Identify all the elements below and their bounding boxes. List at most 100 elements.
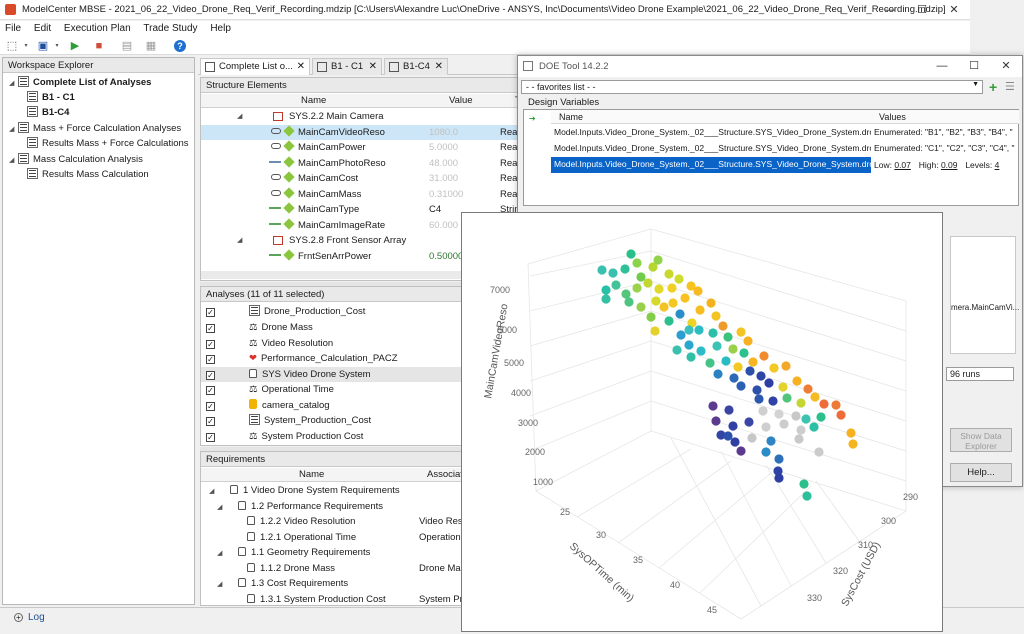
low-input[interactable]: 0.07 xyxy=(894,157,916,173)
analysis-item-drone-production-cost[interactable]: ✓ Drone_Production_Cost xyxy=(206,304,365,319)
dv-row-3-name[interactable]: Model.Inputs.Video_Drone_System._02___St… xyxy=(551,157,871,173)
scatter-point[interactable] xyxy=(814,447,824,457)
scatter-point[interactable] xyxy=(736,381,746,391)
scatter-point[interactable] xyxy=(739,348,749,358)
scatter-point[interactable] xyxy=(809,422,819,432)
favorites-select[interactable]: - - favorites list - - ▼ xyxy=(521,80,983,94)
scatter-point[interactable] xyxy=(632,283,642,293)
scatter-point[interactable] xyxy=(782,393,792,403)
scatter-point[interactable] xyxy=(708,401,718,411)
add-variable-icon[interactable]: ➔ xyxy=(529,114,536,123)
req-row-cost[interactable]: ◢ 1.3 Cost Requirements xyxy=(217,576,348,591)
collapse-icon[interactable]: ◢ xyxy=(237,109,242,125)
dv-row-1-values[interactable]: Enumerated: "B1", "B2", "B3", "B4", " xyxy=(874,125,1019,141)
req-row-operational-time[interactable]: 1.2.1 Operational Time xyxy=(247,530,356,545)
scatter-point[interactable] xyxy=(756,371,766,381)
scatter-point[interactable] xyxy=(848,439,858,449)
collapse-icon[interactable]: ◢ xyxy=(9,122,18,137)
scatter-point[interactable] xyxy=(836,410,846,420)
chevron-down-icon[interactable]: ▼ xyxy=(972,81,979,88)
table-icon[interactable]: ▦ xyxy=(144,40,158,52)
scatter-point[interactable] xyxy=(608,268,618,278)
scatter-point[interactable] xyxy=(718,321,728,331)
scatter-point[interactable] xyxy=(796,425,806,435)
tree-row-main-camera[interactable]: ◢ SYS.2.2 Main Camera xyxy=(201,109,521,125)
doe-maximize-icon[interactable]: ☐ xyxy=(958,56,990,77)
column-name[interactable]: Name xyxy=(301,94,326,108)
tree-item-b1-c4[interactable]: B1-C4 xyxy=(27,105,69,120)
scatter-point[interactable] xyxy=(684,325,694,335)
checkbox[interactable]: ✓ xyxy=(206,308,215,317)
collapse-icon[interactable]: ◢ xyxy=(9,153,18,168)
log-label[interactable]: Log xyxy=(28,612,45,623)
tree-item-results-mass[interactable]: Results Mass Calculation xyxy=(27,167,149,182)
tree-item-results-mass-force[interactable]: Results Mass + Force Calculations xyxy=(27,136,189,151)
scatter-point[interactable] xyxy=(796,398,806,408)
scatter-point[interactable] xyxy=(729,373,739,383)
scatter-point[interactable] xyxy=(723,431,733,441)
req-row-system-production-cost[interactable]: 1.3.1 System Production Cost xyxy=(247,592,386,607)
scatter-point[interactable] xyxy=(774,409,784,419)
checkbox[interactable]: ✓ xyxy=(206,417,215,426)
tree-item-b1-c1[interactable]: B1 - C1 xyxy=(27,90,75,105)
scatter-point[interactable] xyxy=(730,437,740,447)
save-dropdown-icon[interactable]: ▾ xyxy=(50,40,64,52)
scatter-point[interactable] xyxy=(747,433,757,443)
menu-edit[interactable]: Edit xyxy=(29,21,56,36)
scatter-point[interactable] xyxy=(764,378,774,388)
scatter-point[interactable] xyxy=(705,358,715,368)
scatter-point[interactable] xyxy=(819,399,829,409)
close-icon[interactable]: ✕ xyxy=(938,0,970,20)
scatter-point[interactable] xyxy=(712,341,722,351)
req-row-geometry[interactable]: ◢ 1.1 Geometry Requirements xyxy=(217,545,370,560)
column-value[interactable]: Value xyxy=(449,94,473,108)
tab-b1-c1[interactable]: B1 - C1 ✕ xyxy=(312,58,382,75)
scatter-point[interactable] xyxy=(664,269,674,279)
collapse-icon[interactable]: ◢ xyxy=(9,76,18,91)
scatter-point[interactable] xyxy=(664,316,674,326)
levels-input[interactable]: 4 xyxy=(995,157,1017,173)
scatter-point[interactable] xyxy=(781,361,791,371)
scatter-point[interactable] xyxy=(768,396,778,406)
scatter-point[interactable] xyxy=(754,394,764,404)
scatter-point[interactable] xyxy=(733,362,743,372)
scatter-point[interactable] xyxy=(696,346,706,356)
tree-row-maincampower[interactable]: MainCamPower 5.0000 Real xyxy=(201,140,521,156)
collapse-icon[interactable]: ◢ xyxy=(217,546,226,561)
scatter-point[interactable] xyxy=(675,309,685,319)
analysis-item-system-production-cost-script[interactable]: ✓ System_Production_Cost xyxy=(206,413,371,428)
scatter-point[interactable] xyxy=(752,385,762,395)
scatter-point[interactable] xyxy=(794,434,804,444)
checkbox[interactable]: ✓ xyxy=(206,386,215,395)
scatter-point[interactable] xyxy=(766,436,776,446)
scatter-point[interactable] xyxy=(621,289,631,299)
scatter-point[interactable] xyxy=(816,412,826,422)
dv-row-2-name[interactable]: Model.Inputs.Video_Drone_System._02___St… xyxy=(551,141,871,157)
scatter-point[interactable] xyxy=(654,284,664,294)
scatter-point[interactable] xyxy=(653,255,663,265)
high-input[interactable]: 0.09 xyxy=(941,157,963,173)
req-row-performance[interactable]: ◢ 1.2 Performance Requirements xyxy=(217,499,383,514)
scatter-point[interactable] xyxy=(759,351,769,361)
scatter-point[interactable] xyxy=(611,280,621,290)
scatter-point[interactable] xyxy=(723,332,733,342)
tree-row-maincamcost[interactable]: MainCamCost 31.000 Real xyxy=(201,171,521,187)
analysis-item-video-resolution[interactable]: ✓ ⚖ Video Resolution xyxy=(206,336,333,351)
help-button[interactable]: Help... xyxy=(950,463,1012,482)
analysis-item-system-production-cost[interactable]: ✓ ⚖ System Production Cost xyxy=(206,429,363,444)
scatter-point[interactable] xyxy=(686,352,696,362)
close-tab-icon[interactable]: ✕ xyxy=(435,59,443,75)
scatter-point[interactable] xyxy=(626,249,636,259)
scatter-point[interactable] xyxy=(659,302,669,312)
scatter-point[interactable] xyxy=(721,356,731,366)
scatter-point[interactable] xyxy=(694,325,704,335)
scatter-point[interactable] xyxy=(636,302,646,312)
checkbox[interactable]: ✓ xyxy=(206,324,215,333)
new-dropdown-icon[interactable]: ▾ xyxy=(19,40,33,52)
tree-item-mass-force[interactable]: ◢ Mass + Force Calculation Analyses xyxy=(9,121,181,136)
analysis-item-drone-mass[interactable]: ✓ ⚖ Drone Mass xyxy=(206,320,313,335)
expand-log-icon[interactable]: + xyxy=(14,613,23,622)
scatter-point[interactable] xyxy=(810,392,820,402)
list-icon[interactable]: ☰ xyxy=(1005,80,1015,93)
req-row-drone-mass[interactable]: 1.1.2 Drone Mass xyxy=(247,561,335,576)
